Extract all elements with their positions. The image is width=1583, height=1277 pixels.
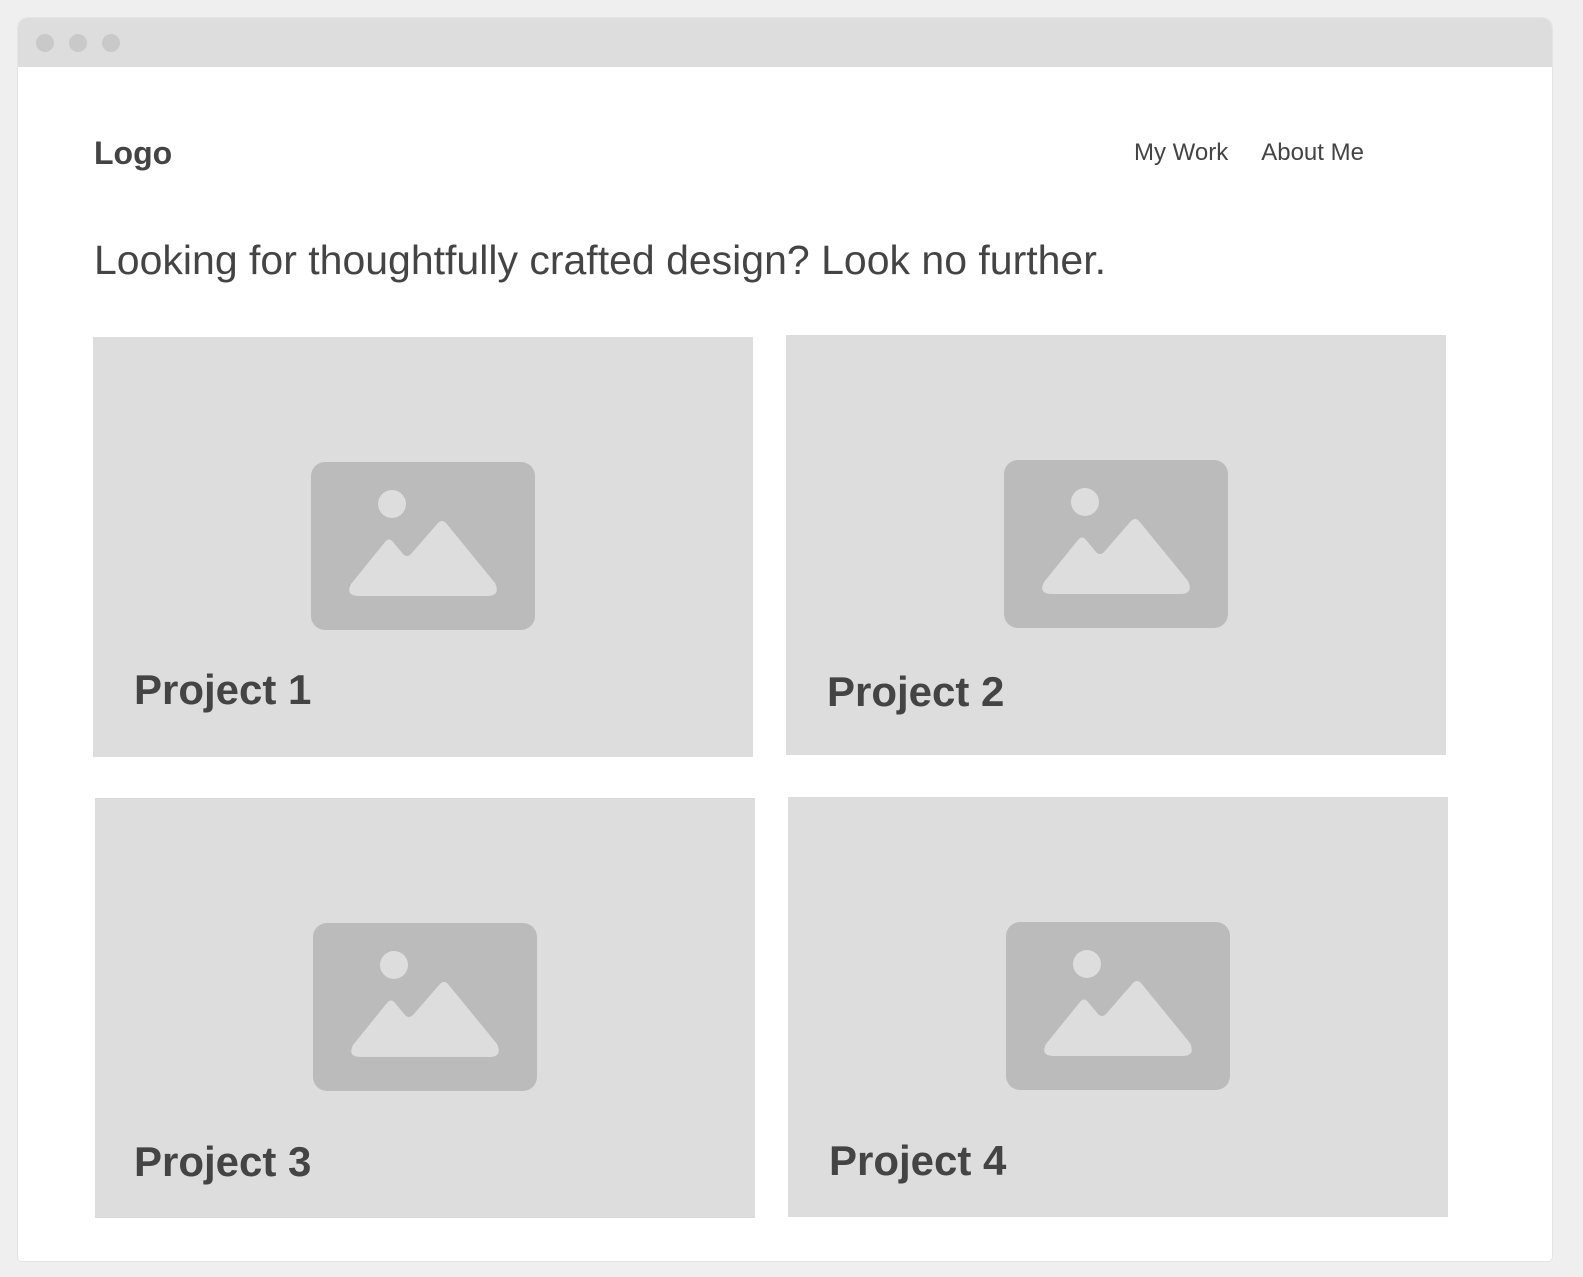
image-placeholder-icon: [311, 462, 535, 630]
image-placeholder-icon: [313, 923, 537, 1091]
project-card-1[interactable]: Project 1: [93, 337, 753, 757]
site-logo[interactable]: Logo: [94, 135, 172, 171]
project-title: Project 1: [134, 666, 312, 713]
maximize-window-dot[interactable]: [102, 34, 120, 52]
hero-headline: Looking for thoughtfully crafted design?…: [94, 237, 1107, 283]
window-titlebar: [18, 18, 1552, 67]
project-card-3[interactable]: Project 3: [95, 798, 755, 1218]
project-title: Project 2: [827, 668, 1005, 715]
browser-window: Logo My Work About Me Looking for though…: [18, 18, 1552, 1261]
close-window-dot[interactable]: [36, 34, 54, 52]
nav-link-about-me[interactable]: About Me: [1261, 139, 1364, 167]
project-card-4[interactable]: Project 4: [788, 797, 1448, 1217]
minimize-window-dot[interactable]: [69, 34, 87, 52]
nav-link-my-work[interactable]: My Work: [1134, 139, 1228, 167]
project-card-2[interactable]: Project 2: [786, 335, 1446, 755]
image-placeholder-icon: [1004, 460, 1228, 628]
project-title: Project 3: [134, 1138, 312, 1185]
main-nav: My Work About Me: [1134, 139, 1364, 167]
image-placeholder-icon: [1006, 922, 1230, 1090]
project-title: Project 4: [829, 1137, 1007, 1184]
